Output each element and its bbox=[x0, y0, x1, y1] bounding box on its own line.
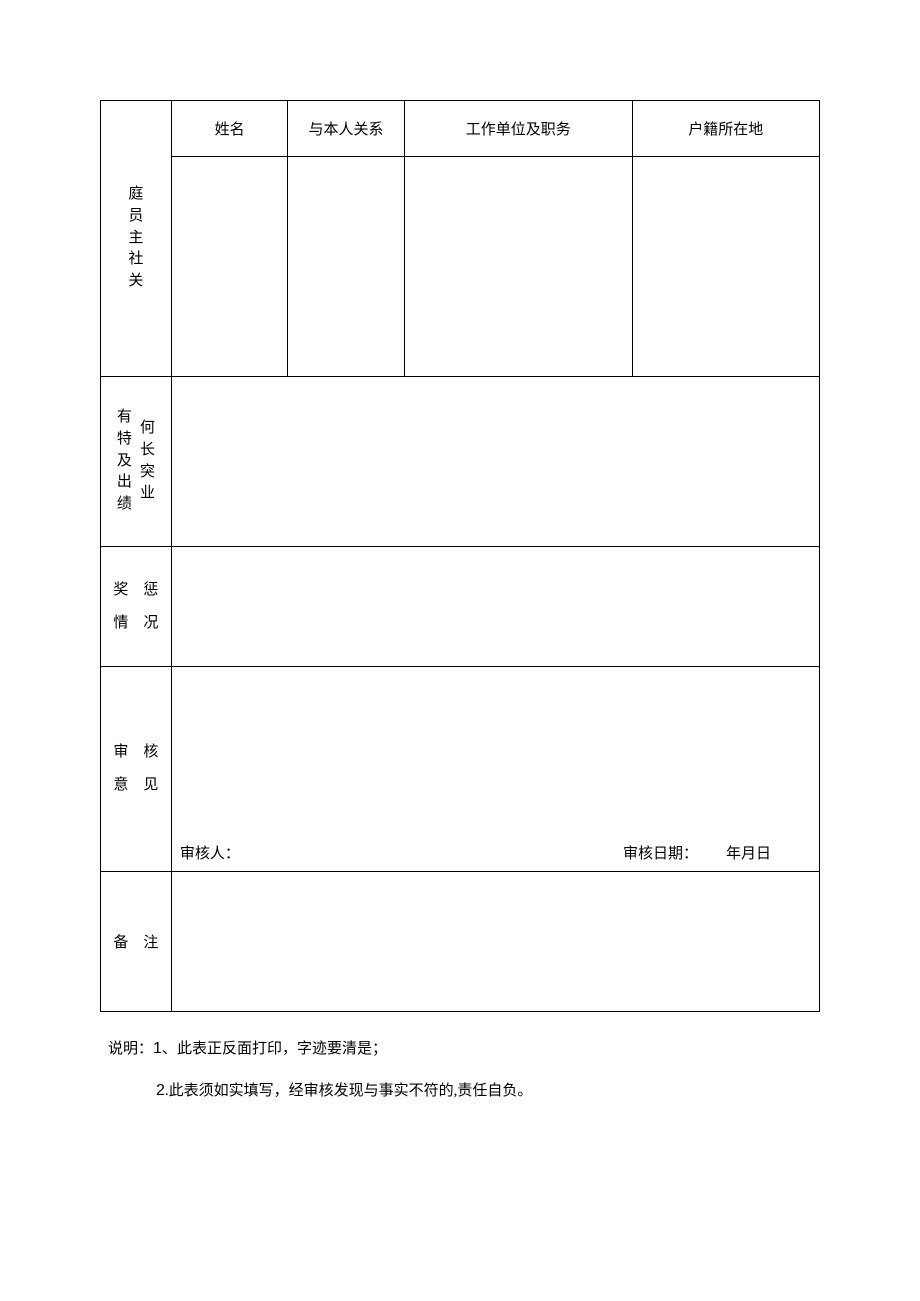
audit-content: 审核人： 审核日期： 年月日 bbox=[171, 667, 819, 872]
family-data-row bbox=[101, 157, 820, 377]
rowlabel-remark: 备 注 bbox=[101, 872, 172, 1012]
note1-text: 此表正反面打印，字迹要清是； bbox=[177, 1041, 387, 1057]
rowlabel-rewards: 奖 惩 情 况 bbox=[101, 547, 172, 667]
rowlabel-audit: 审 核 意 见 bbox=[101, 667, 172, 872]
remark-content bbox=[171, 872, 819, 1012]
family-name-cell bbox=[171, 157, 287, 377]
specialty-col-a: 有特及出绩 bbox=[117, 407, 132, 516]
specialty-row: 有特及出绩 何长突业 bbox=[101, 377, 820, 547]
rewards-row: 奖 惩 情 况 bbox=[101, 547, 820, 667]
remark-row: 备 注 bbox=[101, 872, 820, 1012]
form-table: 庭员主社关 姓名 与本人关系 工作单位及职务 户籍所在地 有特及出绩 bbox=[100, 100, 820, 1012]
family-workplace-cell bbox=[404, 157, 632, 377]
note-line-2: 2.此表须如实填写，经审核发现与事实不符的,责任自负。 bbox=[108, 1070, 820, 1112]
family-residence-cell bbox=[632, 157, 819, 377]
note-line-1: 说明：1、此表正反面打印，字迹要清是； bbox=[108, 1028, 820, 1070]
family-relation-cell bbox=[288, 157, 404, 377]
rowlabel-specialty: 有特及出绩 何长突业 bbox=[101, 377, 172, 547]
audit-l1: 审 核 bbox=[113, 745, 158, 760]
notes: 说明：1、此表正反面打印，字迹要清是； 2.此表须如实填写，经审核发现与事实不符… bbox=[100, 1028, 820, 1111]
rewards-content bbox=[171, 547, 819, 667]
audit-bottom-line: 审核人： 审核日期： 年月日 bbox=[180, 842, 811, 863]
specialty-content bbox=[171, 377, 819, 547]
rewards-l1: 奖 惩 bbox=[113, 583, 158, 598]
specialty-col-b: 何长突业 bbox=[140, 418, 155, 505]
note1-num: 1 bbox=[153, 1040, 162, 1057]
header-name: 姓名 bbox=[171, 101, 287, 157]
audit-l2: 意 见 bbox=[113, 778, 158, 793]
audit-row: 审 核 意 见 审核人： 审核日期： 年月日 bbox=[101, 667, 820, 872]
header-workplace: 工作单位及职务 bbox=[404, 101, 632, 157]
header-row: 庭员主社关 姓名 与本人关系 工作单位及职务 户籍所在地 bbox=[101, 101, 820, 157]
rowlabel-family: 庭员主社关 bbox=[101, 101, 172, 377]
notes-lead: 说明： bbox=[108, 1041, 153, 1057]
note2-text: 此表须如实填写，经审核发现与事实不符的,责任自负。 bbox=[169, 1083, 533, 1099]
family-col1: 庭员主社关 bbox=[128, 184, 143, 293]
audit-date-value: 年月日 bbox=[726, 842, 771, 863]
audit-date-label: 审核日期： bbox=[623, 842, 698, 863]
header-residence: 户籍所在地 bbox=[632, 101, 819, 157]
note1-sep: 、 bbox=[162, 1041, 177, 1057]
rewards-l2: 情 况 bbox=[113, 616, 158, 631]
note2-num: 2 bbox=[156, 1082, 165, 1099]
header-relation: 与本人关系 bbox=[288, 101, 404, 157]
auditor-label: 审核人： bbox=[180, 842, 240, 863]
